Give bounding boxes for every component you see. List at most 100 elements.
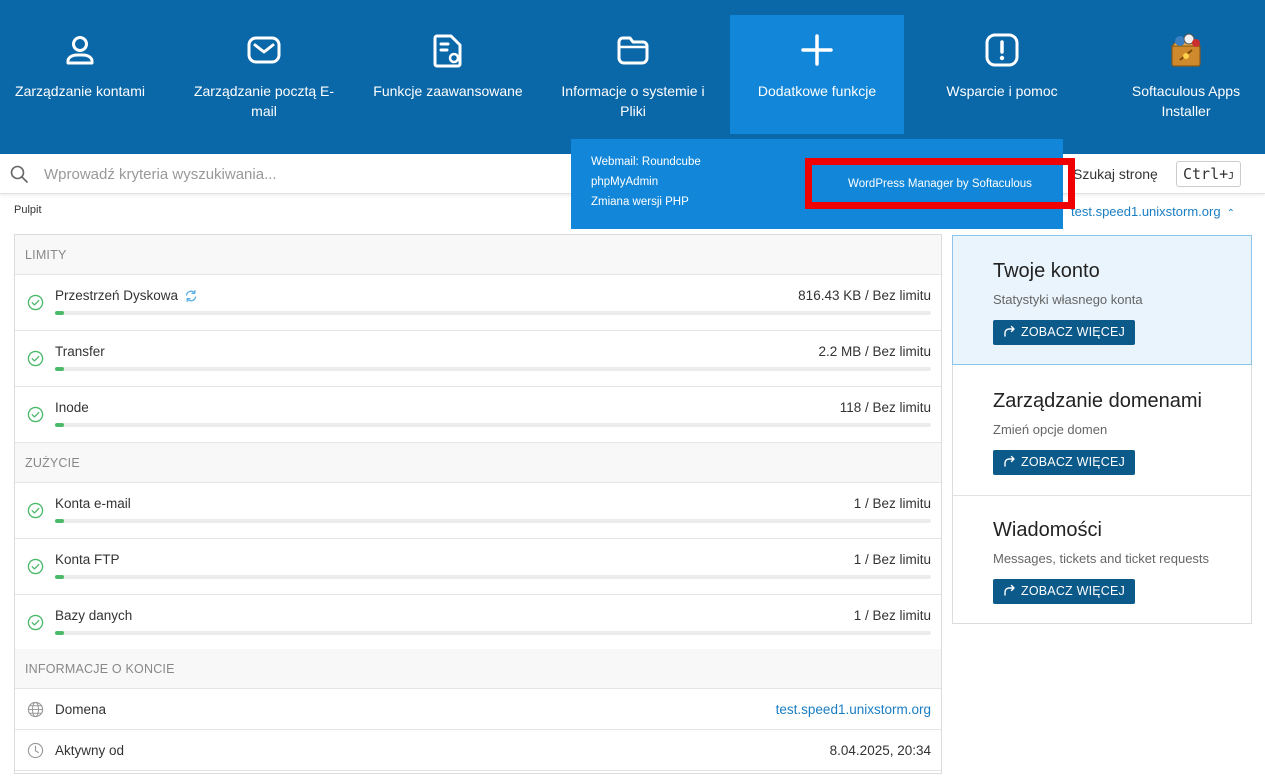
search-input[interactable] xyxy=(44,162,564,186)
nav-support-help[interactable]: Wsparcie i pomoc xyxy=(915,15,1089,134)
usage-bar-fill xyxy=(55,519,64,523)
domain-selector[interactable]: test.speed1.unixstorm.org ⌃ xyxy=(1071,204,1235,219)
card-title: Zarządzanie domenami xyxy=(993,390,1202,412)
nav-system-info-files[interactable]: Informacje o systemie i Pliki xyxy=(546,15,720,134)
search-page-button[interactable]: Szukaj stronę xyxy=(1073,166,1158,182)
domain-link[interactable]: test.speed1.unixstorm.org xyxy=(776,702,931,717)
quick-cards: Twoje konto Statystyki własnego konta ZO… xyxy=(952,235,1252,624)
card-your-account: Twoje konto Statystyki własnego konta ZO… xyxy=(952,235,1252,365)
stat-row-ftp-accounts: Konta FTP 1 / Bez limitu xyxy=(15,539,941,595)
nav-label: Informacje o systemie i Pliki xyxy=(561,83,705,119)
see-more-button[interactable]: ZOBACZ WIĘCEJ xyxy=(993,450,1135,475)
share-arrow-icon xyxy=(1004,456,1015,467)
stat-row-disk-space: Przestrzeń Dyskowa 816.43 KB / Bez limit… xyxy=(15,275,941,331)
usage-bar xyxy=(55,311,931,315)
user-icon xyxy=(66,36,94,65)
card-title: Twoje konto xyxy=(993,260,1100,282)
mail-icon xyxy=(247,36,281,64)
account-stats-panel: LIMITY Przestrzeń Dyskowa 816.43 KB / Be… xyxy=(14,234,942,774)
section-heading-limits: LIMITY xyxy=(15,235,941,275)
see-more-label: ZOBACZ WIĘCEJ xyxy=(1021,325,1125,339)
nav-advanced-features[interactable]: Funkcje zaawansowane xyxy=(361,15,535,134)
stat-name: Bazy danych xyxy=(55,608,133,623)
dropdown-link-phpmyadmin[interactable]: phpMyAdmin xyxy=(591,176,658,188)
dropdown-link-php-version[interactable]: Zmiana wersji PHP xyxy=(591,196,689,208)
card-domain-management: Zarządzanie domenami Zmień opcje domen Z… xyxy=(953,366,1251,496)
check-circle-icon xyxy=(27,502,44,519)
check-circle-icon xyxy=(27,350,44,367)
section-heading-account-info: INFORMACJE O KONCIE xyxy=(15,649,941,689)
shortcut-key: J xyxy=(1228,171,1235,182)
nav-label: Wsparcie i pomoc xyxy=(946,83,1058,99)
dropdown-link-webmail[interactable]: Webmail: Roundcube xyxy=(591,156,701,168)
info-row-domain: Domena test.speed1.unixstorm.org xyxy=(15,689,941,730)
softaculous-logo-icon xyxy=(1170,33,1202,67)
nav-label: Zarządzanie pocztą E-mail xyxy=(193,83,335,119)
see-more-button[interactable]: ZOBACZ WIĘCEJ xyxy=(993,320,1135,345)
folder-icon xyxy=(617,36,649,65)
keyboard-shortcut: Ctrl+J xyxy=(1176,161,1242,187)
info-value: 8.04.2025, 20:34 xyxy=(829,743,931,758)
nav-softaculous[interactable]: Softaculous Apps Installer xyxy=(1099,15,1265,134)
card-description: Zmień opcje domen xyxy=(993,422,1108,437)
nav-label: Softaculous Apps Installer xyxy=(1131,83,1241,119)
chevron-updown-icon: ⌃ xyxy=(1226,208,1235,219)
file-gear-icon xyxy=(433,34,462,68)
see-more-label: ZOBACZ WIĘCEJ xyxy=(1021,584,1125,598)
stat-value: 816.43 KB / Bez limitu xyxy=(798,288,931,303)
stat-value: 1 / Bez limitu xyxy=(853,552,931,567)
check-circle-icon xyxy=(27,294,44,311)
usage-bar-fill xyxy=(55,311,64,315)
dropdown-link-wordpress-manager[interactable]: WordPress Manager by Softaculous xyxy=(817,170,1063,198)
usage-bar xyxy=(55,519,931,523)
see-more-button[interactable]: ZOBACZ WIĘCEJ xyxy=(993,579,1135,604)
usage-bar-fill xyxy=(55,423,64,427)
stat-row-inode: Inode 118 / Bez limitu xyxy=(15,387,941,443)
info-row-active-since: Aktywny od 8.04.2025, 20:34 xyxy=(15,730,941,771)
share-arrow-icon xyxy=(1004,326,1015,337)
section-heading-usage: ZUŻYCIE xyxy=(15,443,941,483)
nav-label: Zarządzanie kontami xyxy=(15,83,145,99)
usage-bar-fill xyxy=(55,575,64,579)
domain-selector-label: test.speed1.unixstorm.org xyxy=(1071,204,1221,219)
nav-additional-features[interactable]: Dodatkowe funkcje xyxy=(730,15,904,134)
stat-value: 1 / Bez limitu xyxy=(853,608,931,623)
search-icon xyxy=(10,165,28,183)
breadcrumb[interactable]: Pulpit xyxy=(14,204,42,216)
card-description: Statystyki własnego konta xyxy=(993,292,1143,307)
clock-icon xyxy=(27,742,44,759)
stat-name: Transfer xyxy=(55,344,105,359)
stat-name: Konta FTP xyxy=(55,552,120,567)
usage-bar xyxy=(55,631,931,635)
usage-bar xyxy=(55,575,931,579)
card-title: Wiadomości xyxy=(993,519,1102,541)
share-arrow-icon xyxy=(1004,585,1015,596)
globe-icon xyxy=(27,701,44,718)
refresh-icon[interactable] xyxy=(184,289,198,303)
card-description: Messages, tickets and ticket requests xyxy=(993,551,1210,566)
usage-bar-fill xyxy=(55,631,64,635)
nav-label: Dodatkowe funkcje xyxy=(757,83,877,99)
check-circle-icon xyxy=(27,614,44,631)
check-circle-icon xyxy=(27,406,44,423)
info-name: Aktywny od xyxy=(55,743,125,758)
usage-bar xyxy=(55,423,931,427)
usage-bar xyxy=(55,367,931,371)
stat-name-text: Przestrzeń Dyskowa xyxy=(55,288,179,303)
check-circle-icon xyxy=(27,558,44,575)
shortcut-main: Ctrl+ xyxy=(1183,165,1229,183)
top-navigation: Zarządzanie kontami Zarządzanie pocztą E… xyxy=(0,0,1265,154)
info-name: Domena xyxy=(55,702,107,717)
stat-name: Inode xyxy=(55,400,89,415)
nav-email-management[interactable]: Zarządzanie pocztą E-mail xyxy=(177,15,351,134)
stat-name: Konta e-mail xyxy=(55,496,131,511)
nav-label: Funkcje zaawansowane xyxy=(373,83,523,99)
plus-icon xyxy=(801,34,833,66)
stat-row-email-accounts: Konta e-mail 1 / Bez limitu xyxy=(15,483,941,539)
stat-name: Przestrzeń Dyskowa xyxy=(55,288,198,303)
stat-value: 2.2 MB / Bez limitu xyxy=(818,344,931,359)
stat-value: 118 / Bez limitu xyxy=(839,400,931,415)
see-more-label: ZOBACZ WIĘCEJ xyxy=(1021,455,1125,469)
nav-account-management[interactable]: Zarządzanie kontami xyxy=(0,15,167,134)
stat-value: 1 / Bez limitu xyxy=(853,496,931,511)
